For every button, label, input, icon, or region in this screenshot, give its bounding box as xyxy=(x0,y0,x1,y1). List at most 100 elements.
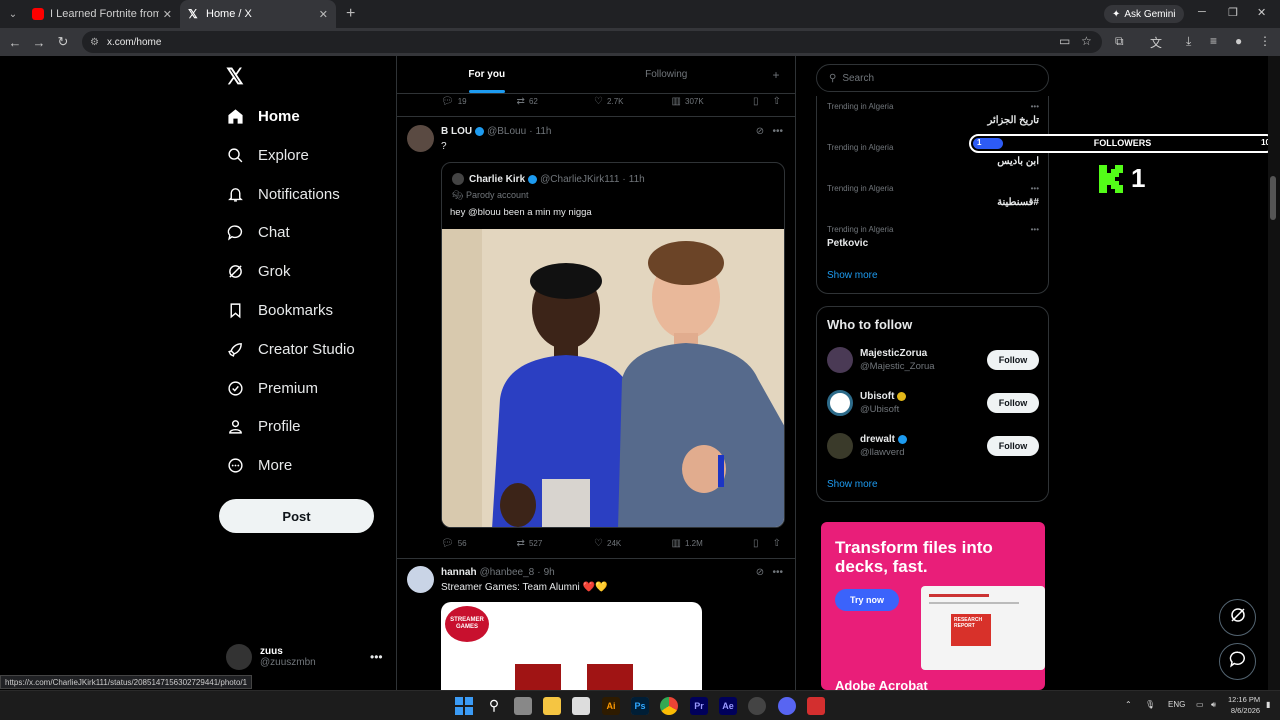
chrome-icon[interactable] xyxy=(660,697,678,715)
author-handle[interactable]: @BLouu xyxy=(487,126,526,137)
new-tab-button[interactable]: + xyxy=(346,5,355,23)
quoted-post[interactable]: Charlie Kirk @CharlieJKirk111 · 11h 🎭︎ P… xyxy=(441,162,785,528)
suggestion-name[interactable]: drewalt xyxy=(860,434,908,445)
bookmark-button[interactable]: ▯ xyxy=(753,96,773,107)
post-time[interactable]: 11h xyxy=(536,126,552,137)
minimize-icon[interactable]: ─ xyxy=(1198,6,1206,18)
avatar[interactable] xyxy=(827,433,853,459)
follow-suggestion[interactable]: Ubisoft @Ubisoft Follow xyxy=(827,388,1039,418)
post-time[interactable]: 9h xyxy=(544,567,555,578)
post-photo[interactable] xyxy=(442,229,784,527)
volume-icon[interactable]: 🔊︎ xyxy=(1211,700,1216,710)
trend-item[interactable]: Trending in Algeria #قسنطينة ••• xyxy=(827,184,1039,208)
share-button[interactable]: ⇧ xyxy=(773,538,785,549)
taskbar-clock[interactable]: 12:16 PM 8/6/2026 xyxy=(1228,694,1260,716)
suggestion-name[interactable]: Ubisoft xyxy=(860,391,907,402)
translate-icon[interactable]: 文 xyxy=(1150,34,1162,51)
browser-menu-icon[interactable]: ⋮ xyxy=(1259,34,1271,48)
tab-youtube[interactable]: I Learned Fortnite from a Pro G ✕ xyxy=(24,0,180,28)
url-field[interactable]: ⚙ x.com/home xyxy=(82,31,1102,53)
more-icon[interactable]: ••• xyxy=(370,650,383,664)
repost-button[interactable]: ⇄ 527 xyxy=(517,538,595,549)
grok-icon[interactable]: ⊘ xyxy=(756,126,764,137)
back-icon[interactable]: ← xyxy=(3,35,27,50)
trends-show-more-link[interactable]: Show more xyxy=(827,270,878,281)
task-view-icon[interactable] xyxy=(514,697,532,715)
network-icon[interactable]: ▭ xyxy=(1196,700,1204,709)
obs-icon[interactable] xyxy=(748,697,766,715)
cast-icon[interactable]: ▭ xyxy=(1059,34,1070,48)
tray-overflow-icon[interactable]: ⌃ xyxy=(1125,700,1132,709)
nav-profile[interactable]: Profile xyxy=(226,413,301,439)
illustrator-icon[interactable]: Ai xyxy=(602,697,620,715)
author-name[interactable]: hannah xyxy=(441,567,477,578)
premiere-icon[interactable]: Pr xyxy=(690,697,708,715)
download-icon[interactable]: ⤓ xyxy=(1186,34,1191,49)
close-icon[interactable]: ✕ xyxy=(163,8,172,21)
discord-icon[interactable] xyxy=(778,697,796,715)
add-tab-icon[interactable]: + xyxy=(756,56,795,93)
profile-icon[interactable]: ● xyxy=(1235,34,1242,48)
taskbar-search-icon[interactable]: ⚲ xyxy=(485,697,503,715)
nav-chat[interactable]: Chat xyxy=(226,219,290,245)
microphone-icon[interactable]: 🎙︎ xyxy=(1145,700,1155,709)
messages-float-button[interactable] xyxy=(1219,643,1256,680)
tab-following[interactable]: Following xyxy=(577,56,757,93)
nav-premium[interactable]: Premium xyxy=(226,375,318,401)
author-name[interactable]: B LOU xyxy=(441,126,472,137)
nav-creator-studio[interactable]: Creator Studio xyxy=(226,336,355,362)
file-explorer-icon[interactable] xyxy=(543,697,561,715)
like-button[interactable]: ♡ 24K xyxy=(594,538,672,549)
ubisoft-logo-icon[interactable] xyxy=(827,390,853,416)
reload-icon[interactable]: ↻ xyxy=(51,34,75,50)
more-icon[interactable]: ••• xyxy=(1031,184,1039,193)
nav-explore[interactable]: Explore xyxy=(226,142,309,168)
suggestion-name[interactable]: MajesticZorua xyxy=(860,348,927,359)
follow-button[interactable]: Follow xyxy=(987,350,1039,370)
nav-more[interactable]: More xyxy=(226,452,292,478)
search-input[interactable]: ⚲ Search xyxy=(816,64,1049,92)
windows-start-icon[interactable] xyxy=(455,697,473,715)
follow-suggestion[interactable]: MajesticZorua @Majestic_Zorua Follow xyxy=(827,345,1039,375)
extensions-icon[interactable]: ⧉ xyxy=(1115,34,1124,49)
bookmark-star-icon[interactable]: ☆ xyxy=(1081,34,1092,48)
share-button[interactable]: ⇧ xyxy=(773,96,785,107)
ask-gemini-button[interactable]: ✦ Ask Gemini xyxy=(1104,5,1184,23)
grok-float-button[interactable] xyxy=(1219,599,1256,636)
close-icon[interactable]: ✕ xyxy=(319,8,328,21)
store-icon[interactable] xyxy=(572,697,590,715)
tab-x-home[interactable]: 𝕏 Home / X ✕ xyxy=(180,0,336,28)
scrollbar-thumb[interactable] xyxy=(1270,176,1276,220)
nav-bookmarks[interactable]: Bookmarks xyxy=(226,297,333,323)
more-icon[interactable]: ••• xyxy=(1031,102,1039,111)
like-button[interactable]: ♡ 2.7K xyxy=(594,96,672,107)
language-indicator[interactable]: ENG xyxy=(1168,700,1185,709)
adobe-ad[interactable]: Transform files into decks, fast. Try no… xyxy=(821,522,1045,690)
avatar[interactable] xyxy=(407,566,434,593)
reading-list-icon[interactable]: ≡ xyxy=(1210,34,1217,48)
trend-item[interactable]: Trending in Algeria تاريخ الجزائر ••• xyxy=(827,102,1039,126)
who-to-follow-show-more-link[interactable]: Show more xyxy=(827,479,878,490)
maximize-icon[interactable]: ❐ xyxy=(1228,6,1238,19)
tab-for-you[interactable]: For you xyxy=(397,56,577,93)
views-button[interactable]: ▥ 307K xyxy=(672,96,753,107)
close-window-icon[interactable]: ✕ xyxy=(1257,6,1266,19)
trend-item[interactable]: Trending in Algeria Petkovic ••• xyxy=(827,225,1039,249)
account-switcher[interactable]: zuus @zuuszmbn xyxy=(226,644,316,670)
photoshop-icon[interactable]: Ps xyxy=(631,697,649,715)
page-scrollbar[interactable] xyxy=(1268,56,1280,690)
views-button[interactable]: ▥ 1.2M xyxy=(672,538,753,549)
more-icon[interactable]: ••• xyxy=(1031,225,1039,234)
app-icon[interactable] xyxy=(807,697,825,715)
post-photo[interactable]: STREAMER GAMES xyxy=(441,602,702,690)
more-icon[interactable]: ••• xyxy=(772,567,783,578)
post-button[interactable]: Post xyxy=(219,499,374,533)
nav-home[interactable]: Home xyxy=(226,103,300,129)
tab-search-icon[interactable]: ⌄ xyxy=(2,3,24,25)
nav-notifications[interactable]: Notifications xyxy=(226,181,340,207)
more-icon[interactable]: ••• xyxy=(772,126,783,137)
avatar[interactable] xyxy=(407,125,434,152)
nav-grok[interactable]: Grok xyxy=(226,258,291,284)
try-now-button[interactable]: Try now xyxy=(835,589,899,611)
notifications-icon[interactable]: ▮ xyxy=(1266,700,1270,709)
